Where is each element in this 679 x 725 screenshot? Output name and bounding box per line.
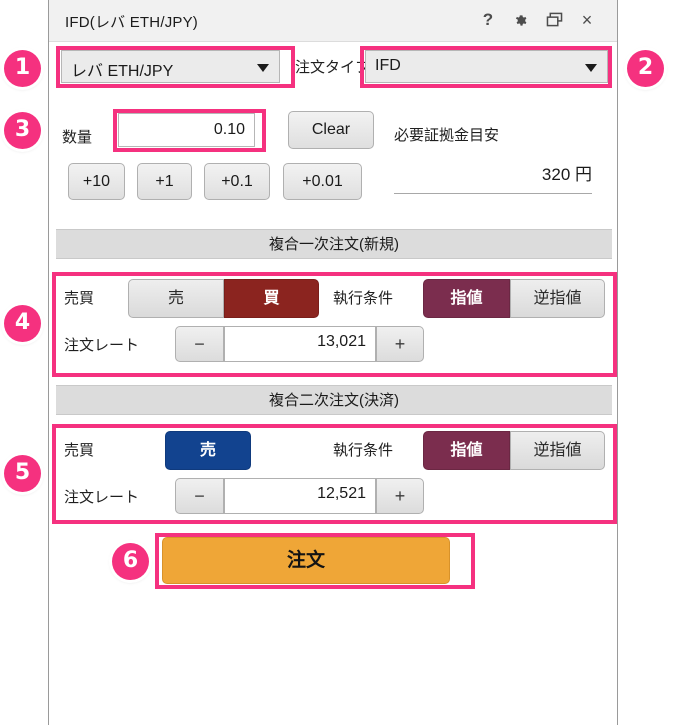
secondary-order-block: 売買 売 執行条件 指値 逆指値 注文レート − 12,521 + <box>56 428 612 520</box>
quantity-value: 0.10 <box>213 121 245 138</box>
close-icon[interactable]: × <box>576 9 598 31</box>
primary-rate-label: 注文レート <box>64 337 140 354</box>
secondary-condition-label: 執行条件 <box>333 442 394 459</box>
title-bar: IFD(レバ ETH/JPY) ? × <box>49 0 617 42</box>
quantity-label: 数量 <box>62 129 93 146</box>
secondary-rate-decrement-button[interactable]: − <box>175 478 224 514</box>
primary-side-label: 売買 <box>64 290 95 307</box>
secondary-rate-input[interactable]: 12,521 <box>224 478 376 514</box>
chevron-down-icon <box>585 64 597 72</box>
secondary-rate-label: 注文レート <box>64 489 140 506</box>
primary-condition-stop-button[interactable]: 逆指値 <box>510 279 605 318</box>
primary-rate-increment-button[interactable]: + <box>376 326 424 362</box>
primary-side-buy-button[interactable]: 買 <box>224 279 319 318</box>
annotation-step-2: 2 <box>627 50 664 87</box>
annotation-step-6: 6 <box>112 543 149 580</box>
secondary-rate-increment-button[interactable]: + <box>376 478 424 514</box>
secondary-side-label: 売買 <box>64 442 95 459</box>
help-icon[interactable]: ? <box>477 9 499 31</box>
primary-order-header: 複合一次注文(新規) <box>56 229 612 259</box>
quantity-step-plus0-01-button[interactable]: +0.01 <box>283 163 362 200</box>
currency-pair-value: レバ ETH/JPY <box>71 63 174 80</box>
gear-icon[interactable] <box>510 9 532 31</box>
secondary-rate-value: 12,521 <box>317 485 366 502</box>
chevron-down-icon <box>257 64 269 72</box>
quantity-step-plus0-1-button[interactable]: +0.1 <box>204 163 270 200</box>
submit-order-button[interactable]: 注文 <box>162 537 450 584</box>
primary-order-block: 売買 売 買 執行条件 指値 逆指値 注文レート − 13,021 + <box>56 276 612 372</box>
primary-side-sell-button[interactable]: 売 <box>128 279 224 318</box>
currency-pair-select[interactable]: レバ ETH/JPY <box>61 50 280 83</box>
primary-rate-input[interactable]: 13,021 <box>224 326 376 362</box>
order-type-value: IFD <box>375 57 401 74</box>
secondary-side-sell-button[interactable]: 売 <box>165 431 251 470</box>
primary-condition-limit-button[interactable]: 指値 <box>423 279 510 318</box>
restore-icon[interactable] <box>543 9 565 31</box>
order-dialog-window: IFD(レバ ETH/JPY) ? × レバ ETH/JPY 注文タイプ IFD… <box>48 0 618 725</box>
quantity-step-plus10-button[interactable]: +10 <box>68 163 125 200</box>
secondary-condition-limit-button[interactable]: 指値 <box>423 431 510 470</box>
required-margin-value: 320 円 <box>394 160 592 194</box>
order-type-label: 注文タイプ <box>295 59 371 76</box>
primary-rate-value: 13,021 <box>317 333 366 350</box>
required-margin-label: 必要証拠金目安 <box>394 127 500 144</box>
primary-condition-label: 執行条件 <box>333 290 394 307</box>
annotation-step-5: 5 <box>4 455 41 492</box>
window-title: IFD(レバ ETH/JPY) <box>65 14 198 31</box>
annotation-step-1: 1 <box>4 50 41 87</box>
secondary-order-header: 複合二次注文(決済) <box>56 385 612 415</box>
annotation-step-3: 3 <box>4 112 41 149</box>
annotation-step-4: 4 <box>4 305 41 342</box>
secondary-condition-stop-button[interactable]: 逆指値 <box>510 431 605 470</box>
quantity-step-plus1-button[interactable]: +1 <box>137 163 192 200</box>
quantity-input[interactable]: 0.10 <box>118 113 255 147</box>
order-type-select[interactable]: IFD <box>365 50 608 83</box>
clear-button[interactable]: Clear <box>288 111 374 149</box>
primary-rate-decrement-button[interactable]: − <box>175 326 224 362</box>
